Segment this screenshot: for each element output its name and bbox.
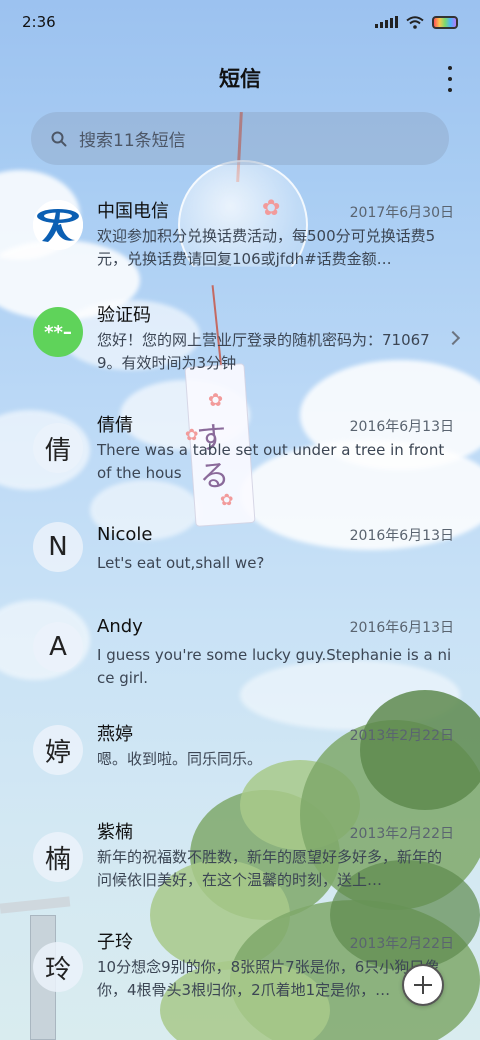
message-preview: 您好！您的网上营业厅登录的随机密码为：710679。有效时间为3分钟 [97,331,430,372]
contact-name: 中国电信 [97,201,169,222]
message-preview: 新年的祝福数不胜数，新年的愿望好多好多，新年的问候依旧美好，在这个温馨的时刻，送… [97,848,443,889]
avatar-text: 玲 [44,954,71,985]
conversation-item[interactable]: A Andy 2016年6月13日 I guess you're some lu… [0,608,480,720]
signal-icon [375,16,398,28]
avatar-text: 楠 [44,844,71,875]
avatar: 婷 [33,725,83,775]
contact-name: 子玲 [97,932,133,953]
contact-name: 燕婷 [97,724,133,745]
conversation-item[interactable]: 楠 紫楠 2013年2月22日 新年的祝福数不胜数，新年的愿望好多好多，新年的问… [0,812,480,922]
avatar: A [33,622,83,672]
message-date: 2016年6月13日 [349,620,454,636]
status-bar: 2:36 [0,0,480,44]
message-date: 2013年2月22日 [349,826,454,842]
message-date: 2016年6月13日 [349,419,454,435]
avatar-text: N [48,532,68,562]
message-date: 2016年6月13日 [349,528,454,544]
message-date: 2017年6月30日 [349,205,454,221]
battery-icon [432,15,458,29]
page-title: 短信 [219,67,261,91]
avatar-text: 倩 [44,435,71,466]
china-telecom-logo-icon [33,200,83,250]
contact-name: 紫楠 [97,822,133,843]
message-preview: 欢迎参加积分兑换话费活动，每500分可兑换话费5元，兑换话费请回复106或jfd… [97,227,436,268]
avatar-text: **– [44,321,72,343]
contact-name: Andy [97,616,143,637]
more-vertical-icon[interactable] [446,66,454,92]
conversation-item[interactable]: 婷 燕婷 2013年2月22日 嗯。收到啦。同乐同乐。 [0,720,480,812]
contact-name: 倩倩 [97,415,133,436]
contact-name: Nicole [97,524,153,545]
conversation-item[interactable]: 中国电信 2017年6月30日 欢迎参加积分兑换话费活动，每500分可兑换话费5… [0,183,480,293]
message-preview: There was a table set out under a tree i… [97,441,445,482]
conversation-list: 中国电信 2017年6月30日 欢迎参加积分兑换话费活动，每500分可兑换话费5… [0,183,480,1022]
message-preview: I guess you're some lucky guy.Stephanie … [97,646,452,687]
contact-name: 验证码 [97,305,151,326]
avatar: 楠 [33,832,83,882]
verification-code-avatar: **– [33,307,83,357]
avatar-text: A [49,632,67,662]
conversation-item[interactable]: 倩 倩倩 2016年6月13日 There was a table set ou… [0,403,480,516]
avatar: 玲 [33,942,83,992]
add-icon[interactable] [402,964,444,1006]
wifi-icon [406,16,424,29]
conversation-item[interactable]: N Nicole 2016年6月13日 Let's eat out,shall … [0,516,480,608]
avatar: 倩 [33,423,83,473]
message-preview: 嗯。收到啦。同乐同乐。 [97,750,263,768]
conversation-item[interactable]: **– 验证码 您好！您的网上营业厅登录的随机密码为：710679。有效时间为3… [0,293,480,403]
app-header: 短信 [0,44,480,112]
status-time: 2:36 [22,13,56,31]
search-bar[interactable]: 搜索11条短信 [31,112,449,165]
avatar: N [33,522,83,572]
message-preview: Let's eat out,shall we? [97,554,265,572]
message-date: 2013年2月22日 [349,728,454,744]
search-icon [51,131,67,146]
message-date: 2013年2月22日 [349,936,454,952]
avatar-text: 婷 [44,737,71,768]
message-preview: 10分想念9别的你，8张照片7张是你，6只小狗只像你，4根骨头3根归你，2爪着地… [97,958,440,999]
search-input[interactable]: 搜索11条短信 [79,126,186,151]
